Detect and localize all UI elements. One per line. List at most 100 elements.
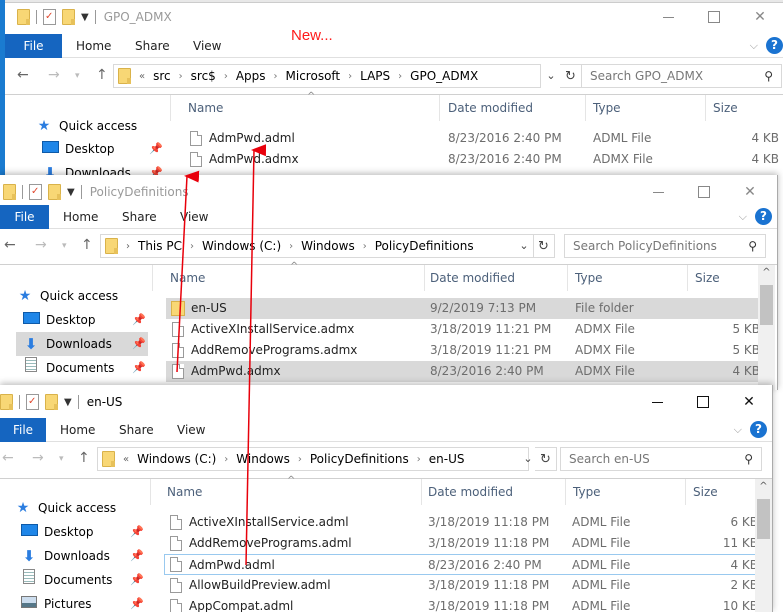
search-box[interactable]: Search en-US ⚲: [560, 447, 762, 471]
column-name[interactable]: Name: [188, 101, 223, 115]
back-button[interactable]: ←: [4, 237, 16, 253]
address-bar[interactable]: › This PC › Windows (C:) › Windows › Policy…: [100, 234, 534, 258]
up-button[interactable]: ↑: [78, 450, 90, 466]
new-folder-icon[interactable]: [48, 184, 61, 200]
sidebar-item-quick-access[interactable]: ★ Quick access: [16, 284, 148, 308]
file-row[interactable]: AddRemovePrograms.adml 3/18/2019 11:18 P…: [164, 533, 758, 554]
help-icon[interactable]: ?: [750, 421, 767, 438]
file-row[interactable]: AdmPwd.adml 8/23/2016 2:40 PM ADML File …: [184, 128, 783, 149]
sidebar-item-documents[interactable]: Documents 📌: [20, 568, 146, 592]
up-button[interactable]: ↑: [96, 67, 108, 83]
tab-home[interactable]: Home: [60, 418, 95, 442]
refresh-button[interactable]: ↻: [533, 234, 555, 258]
overflow-chevron[interactable]: «: [139, 71, 145, 82]
minimize-button[interactable]: [635, 181, 681, 203]
help-icon[interactable]: ?: [755, 208, 772, 225]
pin-icon[interactable]: 📌: [149, 137, 163, 161]
tab-share[interactable]: Share: [135, 34, 170, 58]
properties-icon[interactable]: [29, 184, 42, 200]
sidebar-item-quick-access[interactable]: ★ Quick access: [35, 114, 153, 138]
properties-icon[interactable]: [43, 9, 56, 25]
address-dropdown-icon[interactable]: ⌄: [541, 64, 561, 88]
column-size[interactable]: Size: [713, 101, 738, 115]
forward-button[interactable]: →: [32, 450, 44, 466]
file-row[interactable]: AddRemovePrograms.admx 3/18/2019 11:21 P…: [166, 340, 760, 361]
maximize-button[interactable]: [680, 391, 726, 413]
forward-button[interactable]: →: [48, 67, 60, 83]
breadcrumb-apps[interactable]: Apps: [236, 69, 266, 83]
recent-locations-icon[interactable]: ▾: [59, 454, 64, 464]
search-box[interactable]: Search GPO_ADMX ⚲: [581, 64, 782, 88]
column-name[interactable]: Name: [167, 485, 202, 499]
tab-view[interactable]: View: [180, 205, 208, 229]
column-type[interactable]: Type: [573, 485, 601, 499]
properties-icon[interactable]: [26, 394, 39, 410]
sidebar-item-desktop[interactable]: Desktop 📌: [22, 308, 148, 332]
customize-dropdown-icon[interactable]: ▼: [64, 397, 72, 408]
breadcrumb-microsoft[interactable]: Microsoft: [286, 69, 341, 83]
maximize-button[interactable]: [681, 181, 727, 203]
expand-ribbon-icon[interactable]: ⌵: [734, 423, 742, 437]
vertical-scrollbar[interactable]: ^: [758, 265, 775, 390]
close-button[interactable]: ✕: [726, 391, 772, 413]
file-row[interactable]: AdmPwd.admx 8/23/2016 2:40 PM ADMX File …: [184, 149, 783, 170]
vertical-scrollbar[interactable]: ^: [755, 479, 772, 612]
scroll-thumb[interactable]: [757, 499, 770, 539]
sidebar-item-downloads[interactable]: ⬇ Downloads 📌: [20, 544, 146, 568]
column-size[interactable]: Size: [693, 485, 718, 499]
close-button[interactable]: ✕: [737, 6, 783, 28]
sidebar-item-downloads[interactable]: ⬇ Downloads 📌: [16, 332, 148, 356]
breadcrumb-windows[interactable]: Windows: [236, 452, 290, 466]
scroll-up-icon[interactable]: ^: [758, 267, 775, 278]
breadcrumb-this-pc[interactable]: This PC: [138, 239, 182, 253]
expand-ribbon-icon[interactable]: ⌵: [739, 210, 747, 224]
breadcrumb-windows[interactable]: Windows: [301, 239, 355, 253]
breadcrumb-root-chevron[interactable]: ›: [126, 241, 130, 252]
new-folder-icon[interactable]: [62, 9, 75, 25]
pin-icon[interactable]: 📌: [130, 544, 144, 568]
up-button[interactable]: ↑: [81, 237, 93, 253]
column-date-modified[interactable]: Date modified: [448, 101, 533, 115]
breadcrumb-laps[interactable]: LAPS: [360, 69, 390, 83]
help-icon[interactable]: ?: [766, 37, 783, 54]
sidebar-item-quick-access[interactable]: ★ Quick access: [14, 496, 148, 520]
pin-icon[interactable]: 📌: [130, 568, 144, 592]
tab-home[interactable]: Home: [76, 34, 111, 58]
new-folder-icon[interactable]: [45, 394, 58, 410]
file-row-focused[interactable]: AdmPwd.adml 8/23/2016 2:40 PM ADML File …: [164, 554, 758, 575]
pin-icon[interactable]: 📌: [132, 308, 146, 332]
breadcrumb-src-share[interactable]: src$: [191, 69, 216, 83]
sidebar-item-desktop[interactable]: Desktop 📌: [41, 137, 165, 161]
pin-icon[interactable]: 📌: [130, 520, 144, 544]
column-name[interactable]: Name: [170, 271, 205, 285]
back-button[interactable]: ←: [17, 67, 29, 83]
pin-icon[interactable]: 📌: [130, 592, 144, 612]
tab-file[interactable]: File: [0, 418, 46, 442]
tab-view[interactable]: View: [193, 34, 221, 58]
tab-file[interactable]: File: [0, 205, 49, 229]
forward-button[interactable]: →: [35, 237, 47, 253]
column-type[interactable]: Type: [593, 101, 621, 115]
search-box[interactable]: Search PolicyDefinitions ⚲: [564, 234, 766, 258]
breadcrumb-windows-c[interactable]: Windows (C:): [137, 452, 216, 466]
address-bar[interactable]: « Windows (C:) › Windows › PolicyDefinitio…: [97, 447, 529, 471]
scroll-thumb[interactable]: [760, 285, 773, 325]
overflow-chevron[interactable]: «: [123, 454, 129, 465]
tab-home[interactable]: Home: [63, 205, 98, 229]
tab-share[interactable]: Share: [119, 418, 154, 442]
file-row[interactable]: AdmPwd.admx 8/23/2016 2:40 PM ADMX File …: [166, 361, 760, 382]
refresh-button[interactable]: ↻: [560, 64, 582, 88]
column-date-modified[interactable]: Date modified: [428, 485, 513, 499]
tab-file[interactable]: File: [5, 34, 62, 58]
minimize-button[interactable]: [645, 6, 691, 28]
column-size[interactable]: Size: [695, 271, 720, 285]
column-type[interactable]: Type: [575, 271, 603, 285]
folder-row[interactable]: en-US 9/2/2019 7:13 PM File folder: [166, 298, 760, 319]
file-row[interactable]: ActiveXInstallService.admx 3/18/2019 11:…: [166, 319, 760, 340]
breadcrumb-src[interactable]: src: [153, 69, 171, 83]
expand-ribbon-icon[interactable]: ⌵: [750, 39, 758, 53]
recent-locations-icon[interactable]: ▾: [75, 71, 80, 81]
address-bar[interactable]: « src › src$ › Apps › Microsoft › LAPS › GPO_…: [113, 64, 541, 88]
address-dropdown-icon[interactable]: ⌄: [514, 234, 534, 258]
breadcrumb-en-us[interactable]: en-US: [429, 452, 465, 466]
